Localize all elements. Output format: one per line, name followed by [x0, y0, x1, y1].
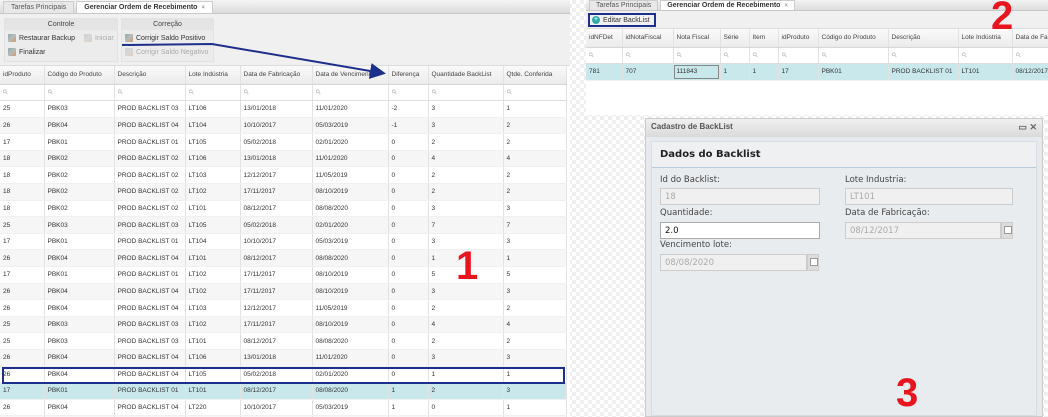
annotation-arrow	[121, 42, 386, 79]
